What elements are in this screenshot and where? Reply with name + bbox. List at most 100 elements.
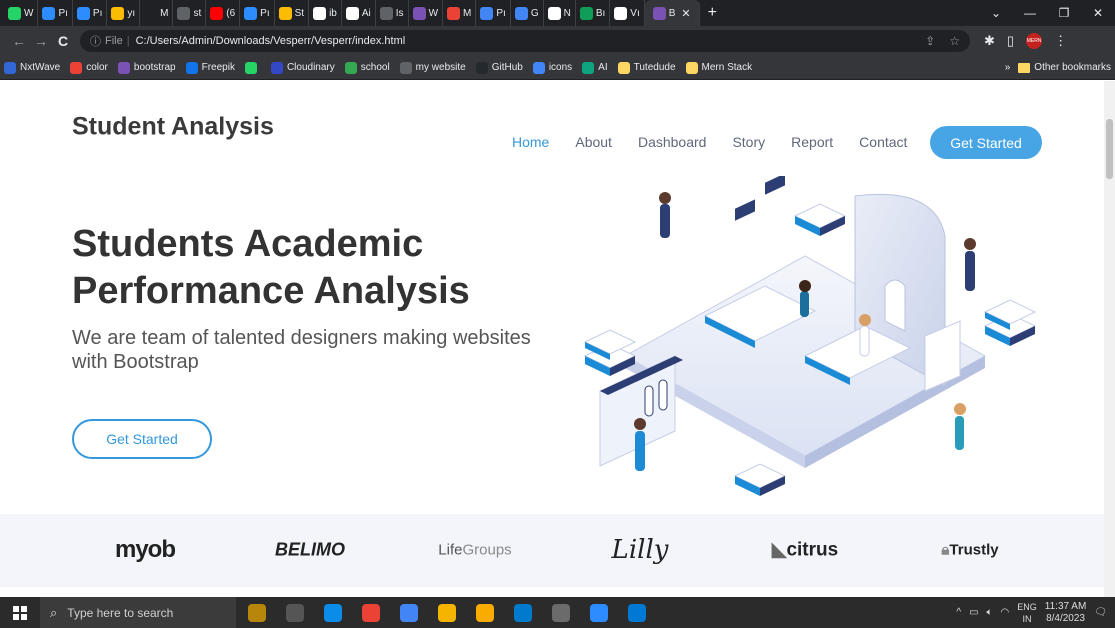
bookmark-favicon-icon — [117, 61, 130, 74]
browser-tab[interactable]: Pı — [240, 0, 275, 26]
forward-icon[interactable]: → — [30, 33, 52, 49]
side-panel-icon[interactable]: ▯ — [1007, 33, 1014, 49]
profile-avatar[interactable]: MERN — [1026, 33, 1043, 49]
close-tab-icon[interactable]: ✕ — [681, 7, 690, 20]
chrome-canary-icon[interactable] — [476, 603, 494, 622]
bookmark-list: NxtWave color bootstrap Freepik Cloudinary sc… — [4, 61, 762, 74]
close-window-icon[interactable]: ✕ — [1081, 6, 1115, 20]
trustly-label: Trustly — [949, 541, 999, 559]
share-icon[interactable]: ⇪ — [925, 34, 935, 48]
other-bookmarks-folder[interactable]: Other bookmarks — [1018, 62, 1111, 73]
address-url[interactable]: C:/Users/Admin/Downloads/Vesperr/Vesperr… — [136, 35, 406, 47]
windows-start-button[interactable] — [0, 605, 40, 620]
browser-tab[interactable]: st — [173, 0, 207, 26]
nav-link-story[interactable]: Story — [732, 134, 765, 150]
browser-tab[interactable]: Bı — [576, 0, 611, 26]
reload-icon[interactable]: C — [52, 33, 74, 49]
site-info-icon[interactable]: ⓘ — [90, 33, 101, 49]
chrome-icon[interactable] — [362, 603, 380, 622]
tab-title: Pı — [260, 7, 270, 19]
bookmark-item[interactable]: Freepik — [185, 61, 235, 74]
settings-icon[interactable] — [552, 603, 570, 622]
browser-tab[interactable]: N — [544, 0, 576, 26]
new-tab-icon[interactable]: + — [700, 4, 725, 22]
tab-favicon-icon — [480, 6, 494, 20]
browser-tab[interactable]: Is — [376, 0, 409, 26]
taskbar-clock[interactable]: 11:37 AM 8/4/2023 — [1045, 601, 1087, 625]
tray-overflow-icon[interactable]: ^ — [956, 607, 961, 618]
browser-tab[interactable]: W — [409, 0, 444, 26]
tab-favicon-icon — [345, 6, 359, 20]
language-indicator[interactable]: ENG IN — [1017, 601, 1037, 625]
page-scrollbar[interactable] — [1104, 81, 1115, 597]
image-viewer-icon[interactable] — [628, 603, 646, 622]
client-logo-lifegroups: LifeGroups — [438, 542, 511, 559]
taskbar-search-box[interactable]: ⌕ Type here to search — [40, 597, 236, 628]
bookmark-item[interactable]: Mern Stack — [685, 61, 752, 74]
bookmarks-overflow-icon[interactable]: » — [1005, 62, 1011, 73]
music-app-icon[interactable] — [248, 603, 266, 622]
battery-icon[interactable]: ▭ — [969, 607, 978, 618]
bookmark-item[interactable]: Tutedude — [617, 61, 676, 74]
chrome-profile-icon[interactable] — [400, 603, 418, 622]
bookmark-star-icon[interactable]: ☆ — [949, 34, 960, 48]
browser-tab[interactable]: G — [511, 0, 544, 26]
tab-title: Pı — [496, 7, 506, 19]
wifi-icon[interactable]: ◠ — [1001, 607, 1010, 618]
tab-search-icon[interactable]: ⌄ — [979, 6, 1013, 20]
nav-link-about[interactable]: About — [575, 134, 612, 150]
browser-tab[interactable]: M — [443, 0, 477, 26]
browser-tab-active[interactable]: B ✕ — [644, 0, 700, 26]
tab-title: M — [160, 7, 169, 19]
nav-link-contact[interactable]: Contact — [859, 134, 907, 150]
browser-tab[interactable]: Pı — [476, 0, 511, 26]
nav-link-dashboard[interactable]: Dashboard — [638, 134, 707, 150]
site-logo[interactable]: Student Analysis — [72, 113, 274, 142]
notifications-icon[interactable]: 🗨︎ — [1094, 607, 1107, 618]
menu-icon[interactable]: ⋮ — [1054, 33, 1067, 49]
browser-tab[interactable]: (6 — [206, 0, 241, 26]
nav-link-home[interactable]: Home — [512, 134, 549, 150]
browser-tab[interactable]: ib — [309, 0, 342, 26]
browser-tab[interactable]: Vı — [610, 0, 645, 26]
browser-tab[interactable]: M — [140, 0, 174, 26]
minimize-icon[interactable]: — — [1013, 6, 1047, 20]
extensions-icon[interactable]: ✱ — [984, 33, 995, 49]
bookmark-item[interactable]: bootstrap — [117, 61, 176, 74]
zoom-icon[interactable] — [590, 603, 608, 622]
file-explorer-icon[interactable] — [438, 603, 456, 622]
browser-tab[interactable]: St — [275, 0, 310, 26]
bookmark-item[interactable]: GitHub — [475, 61, 523, 74]
restore-icon[interactable]: ❐ — [1047, 6, 1081, 20]
bookmark-item[interactable]: Cloudinary — [270, 61, 335, 74]
edge-icon[interactable] — [324, 603, 342, 622]
task-view-icon[interactable] — [286, 603, 304, 622]
tab-favicon-icon — [278, 6, 292, 20]
window-controls: ⌄ — ❐ ✕ — [979, 0, 1115, 26]
scrollbar-thumb[interactable] — [1106, 119, 1113, 179]
volume-icon[interactable]: 🔈︎ — [987, 607, 993, 618]
browser-tab[interactable]: W — [4, 0, 39, 26]
bookmark-item[interactable]: NxtWave — [4, 61, 60, 74]
browser-tab[interactable]: yı — [107, 0, 141, 26]
bookmark-item[interactable]: AI — [582, 61, 608, 74]
bookmark-item[interactable]: icons — [532, 61, 572, 74]
hero-get-started-button[interactable]: Get Started — [72, 419, 212, 459]
bookmark-item[interactable]: color — [70, 61, 108, 74]
tab-title: Bı — [595, 7, 606, 19]
address-bar[interactable]: ⓘ File | C:/Users/Admin/Downloads/Vesper… — [80, 30, 970, 52]
browser-tab[interactable]: Pı — [73, 0, 108, 26]
nav-get-started-button[interactable]: Get Started — [930, 126, 1042, 159]
bookmark-item[interactable] — [244, 61, 261, 74]
back-icon[interactable]: ← — [8, 33, 30, 49]
nav-link-report[interactable]: Report — [791, 134, 833, 150]
bookmark-item[interactable]: my website — [399, 61, 466, 74]
site-nav: Home About Dashboard Story Report Contact — [512, 134, 907, 150]
browser-tab[interactable]: Ai — [342, 0, 376, 26]
tab-title: M — [463, 7, 472, 19]
hero-illustration — [583, 176, 1037, 496]
vscode-icon[interactable] — [514, 603, 532, 622]
browser-tab[interactable]: Pı — [38, 0, 73, 26]
lang-line-1: ENG — [1017, 601, 1037, 612]
bookmark-item[interactable]: school — [344, 61, 390, 74]
